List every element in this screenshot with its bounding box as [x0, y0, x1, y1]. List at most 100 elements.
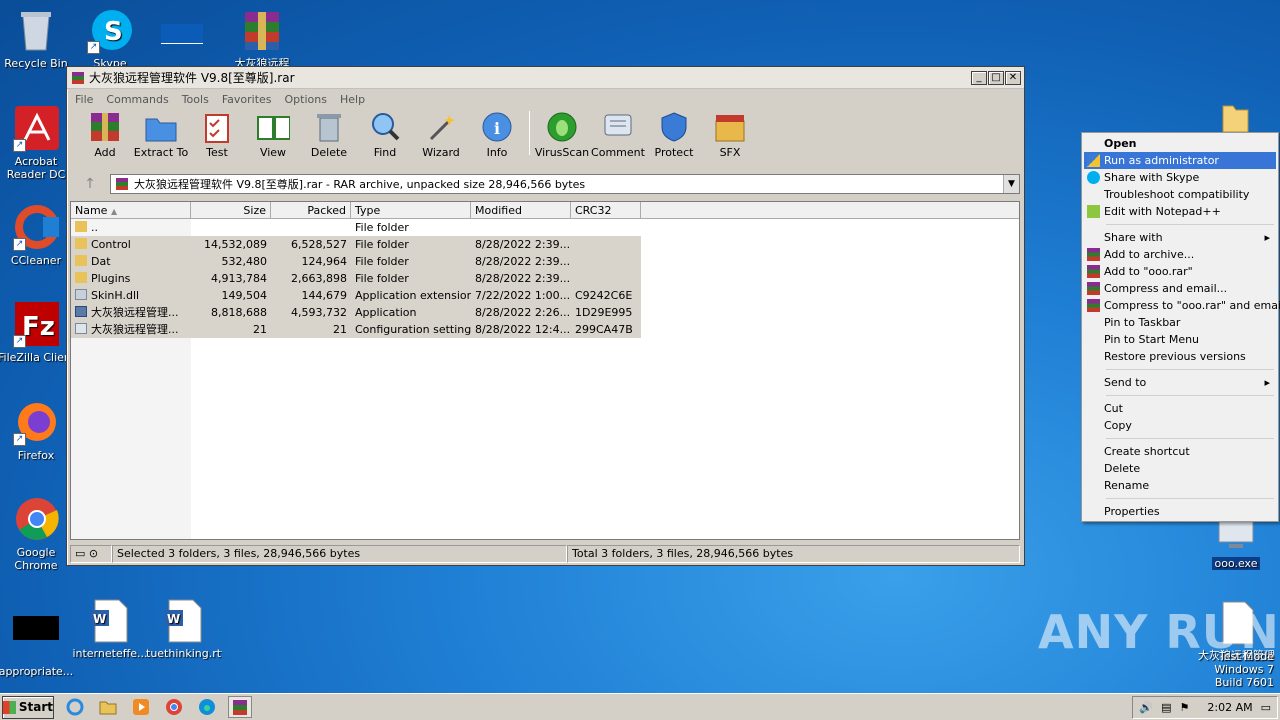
- flag-icon[interactable]: ⚑: [1180, 701, 1190, 714]
- menu-item-properties[interactable]: Properties: [1084, 503, 1276, 520]
- svg-text:W: W: [167, 612, 180, 626]
- menu-file[interactable]: File: [75, 93, 93, 106]
- taskbar-media-player-icon[interactable]: [129, 696, 153, 718]
- menu-item-create-shortcut[interactable]: Create shortcut: [1084, 443, 1276, 460]
- winrar-icon: [1087, 265, 1100, 278]
- table-row[interactable]: Dat 532,480 124,964 File folder 8/28/2022 …: [71, 253, 1019, 270]
- start-button[interactable]: Start: [2, 695, 54, 719]
- toolbar: Add Extract To Test View Delete Find Wiz…: [67, 109, 1024, 159]
- menu-help[interactable]: Help: [340, 93, 365, 106]
- toolbar-view-button[interactable]: View: [245, 109, 301, 159]
- toolbar-add-button[interactable]: Add: [77, 109, 133, 159]
- folder-icon: [75, 272, 87, 283]
- status-total: Total 3 folders, 3 files, 28,946,566 byt…: [567, 545, 1020, 563]
- taskbar-chrome-icon[interactable]: [162, 696, 186, 718]
- desktop-icon-ccleaner[interactable]: ↗ CCleaner: [0, 205, 74, 267]
- menu-item-edit-notepad[interactable]: Edit with Notepad++: [1084, 203, 1276, 220]
- title-bar[interactable]: 大灰狼远程管理软件 V9.8[至尊版].rar _ □ ✕: [67, 67, 1024, 89]
- menu-item-add-to-rar[interactable]: Add to "ooo.rar": [1084, 263, 1276, 280]
- column-crc32[interactable]: CRC32: [571, 202, 641, 218]
- column-type[interactable]: Type: [351, 202, 471, 218]
- desktop-icon-skype[interactable]: S ↗ Skype: [72, 8, 148, 70]
- desktop-icon-recycle-bin[interactable]: Recycle Bin: [0, 8, 74, 70]
- desktop-icon-filezilla[interactable]: Fz ↗ FileZilla Client: [0, 302, 74, 364]
- column-modified[interactable]: Modified: [471, 202, 571, 218]
- table-row[interactable]: 大灰狼远程管理... 8,818,688 4,593,732 Applicatio…: [71, 304, 1019, 321]
- svg-text:S: S: [104, 17, 123, 47]
- menu-item-send-to[interactable]: Send to ▸: [1084, 374, 1276, 391]
- taskbar-ie-icon[interactable]: [63, 696, 87, 718]
- desktop-icon-chrome[interactable]: Google Chrome: [0, 497, 74, 572]
- toolbar-protect-button[interactable]: Protect: [646, 109, 702, 159]
- menu-item-share-skype[interactable]: Share with Skype: [1084, 169, 1276, 186]
- table-row-parent[interactable]: .. File folder: [71, 219, 1019, 236]
- window-title: 大灰狼远程管理软件 V9.8[至尊版].rar: [89, 71, 295, 85]
- table-row[interactable]: Plugins 4,913,784 2,663,898 File folder 8/…: [71, 270, 1019, 287]
- toolbar-comment-button[interactable]: Comment: [590, 109, 646, 159]
- taskbar-explorer-icon[interactable]: [96, 696, 120, 718]
- menu-item-open[interactable]: Open: [1084, 135, 1276, 152]
- clock[interactable]: 2:02 AM: [1207, 701, 1252, 714]
- close-button[interactable]: ✕: [1005, 70, 1021, 85]
- path-dropdown-icon[interactable]: ▼: [1003, 175, 1019, 193]
- menu-item-compress-email[interactable]: Compress and email...: [1084, 280, 1276, 297]
- menu-item-troubleshoot[interactable]: Troubleshoot compatibility: [1084, 186, 1276, 203]
- toolbar-sfx-button[interactable]: SFX: [702, 109, 758, 159]
- menu-item-restore-versions[interactable]: Restore previous versions: [1084, 348, 1276, 365]
- toolbar-delete-button[interactable]: Delete: [301, 109, 357, 159]
- table-row[interactable]: 大灰狼远程管理... 21 21 Configuration settings 8/…: [71, 321, 1019, 338]
- desktop-folder-icon[interactable]: [1196, 100, 1272, 134]
- toolbar-test-button[interactable]: Test: [189, 109, 245, 159]
- menu-item-run-as-admin[interactable]: Run as administrator: [1084, 152, 1276, 169]
- desktop-icon-rar[interactable]: 大灰狼远程: [224, 8, 300, 70]
- toolbar-find-button[interactable]: Find: [357, 109, 413, 159]
- volume-icon[interactable]: 🔊: [1139, 701, 1153, 714]
- menu-item-compress-rar-email[interactable]: Compress to "ooo.rar" and email: [1084, 297, 1280, 314]
- menu-tools[interactable]: Tools: [182, 93, 209, 106]
- show-desktop-icon[interactable]: ▭: [1261, 701, 1271, 714]
- toolbar-extract-button[interactable]: Extract To: [133, 109, 189, 159]
- desktop-icon-firefox[interactable]: ↗ Firefox: [0, 400, 74, 462]
- status-bar: ▭ ⊙ Selected 3 folders, 3 files, 28,946,…: [70, 545, 1020, 563]
- up-folder-button[interactable]: ↑: [70, 176, 110, 192]
- toolbar-info-button[interactable]: i Info: [469, 109, 525, 159]
- desktop-icon-tuethinking[interactable]: W tuethinking.rtf: [146, 598, 222, 660]
- desktop-icon-appropriate[interactable]: appropriate...: [0, 600, 74, 678]
- svg-text:Fz: Fz: [22, 312, 55, 342]
- sort-up-icon: ▲: [110, 207, 118, 216]
- menu-options[interactable]: Options: [285, 93, 327, 106]
- archive-path-text: 大灰狼远程管理软件 V9.8[至尊版].rar - RAR archive, u…: [134, 178, 586, 191]
- menu-item-add-to-archive[interactable]: Add to archive...: [1084, 246, 1276, 263]
- desktop-icon-acrobat[interactable]: ↗ Acrobat Reader DC: [0, 106, 74, 181]
- toolbar-virusscan-button[interactable]: VirusScan: [534, 109, 590, 159]
- menu-item-pin-taskbar[interactable]: Pin to Taskbar: [1084, 314, 1276, 331]
- network-icon[interactable]: ▤: [1161, 701, 1171, 714]
- skype-icon: [1087, 171, 1100, 184]
- menu-item-delete[interactable]: Delete: [1084, 460, 1276, 477]
- delete-trash-icon: [312, 110, 346, 144]
- menu-item-cut[interactable]: Cut: [1084, 400, 1276, 417]
- column-packed[interactable]: Packed: [271, 202, 351, 218]
- archive-path-field[interactable]: 大灰狼远程管理软件 V9.8[至尊版].rar - RAR archive, u…: [110, 174, 1020, 194]
- folder-icon: [75, 238, 87, 249]
- dll-file-icon: [75, 289, 87, 300]
- menu-favorites[interactable]: Favorites: [222, 93, 272, 106]
- menu-item-rename[interactable]: Rename: [1084, 477, 1276, 494]
- menu-commands[interactable]: Commands: [106, 93, 168, 106]
- column-size[interactable]: Size: [191, 202, 271, 218]
- table-row[interactable]: Control 14,532,089 6,528,527 File folder 8…: [71, 236, 1019, 253]
- maximize-button[interactable]: □: [988, 70, 1004, 85]
- toolbar-wizard-button[interactable]: Wizard: [413, 109, 469, 159]
- menu-item-share-with[interactable]: Share with ▸: [1084, 229, 1276, 246]
- table-row[interactable]: SkinH.dll 149,504 144,679 Application ext…: [71, 287, 1019, 304]
- filezilla-icon: Fz ↗: [13, 302, 59, 348]
- taskbar-winrar-icon[interactable]: [228, 696, 252, 718]
- submenu-arrow-icon: ▸: [1264, 376, 1270, 389]
- taskbar-edge-icon[interactable]: [195, 696, 219, 718]
- menu-item-copy[interactable]: Copy: [1084, 417, 1276, 434]
- menu-bar: File Commands Tools Favorites Options He…: [67, 89, 1024, 109]
- desktop-icon-interneteffe[interactable]: W interneteffe...: [72, 598, 148, 660]
- column-name[interactable]: Name ▲: [71, 202, 191, 218]
- menu-item-pin-start[interactable]: Pin to Start Menu: [1084, 331, 1276, 348]
- minimize-button[interactable]: _: [971, 70, 987, 85]
